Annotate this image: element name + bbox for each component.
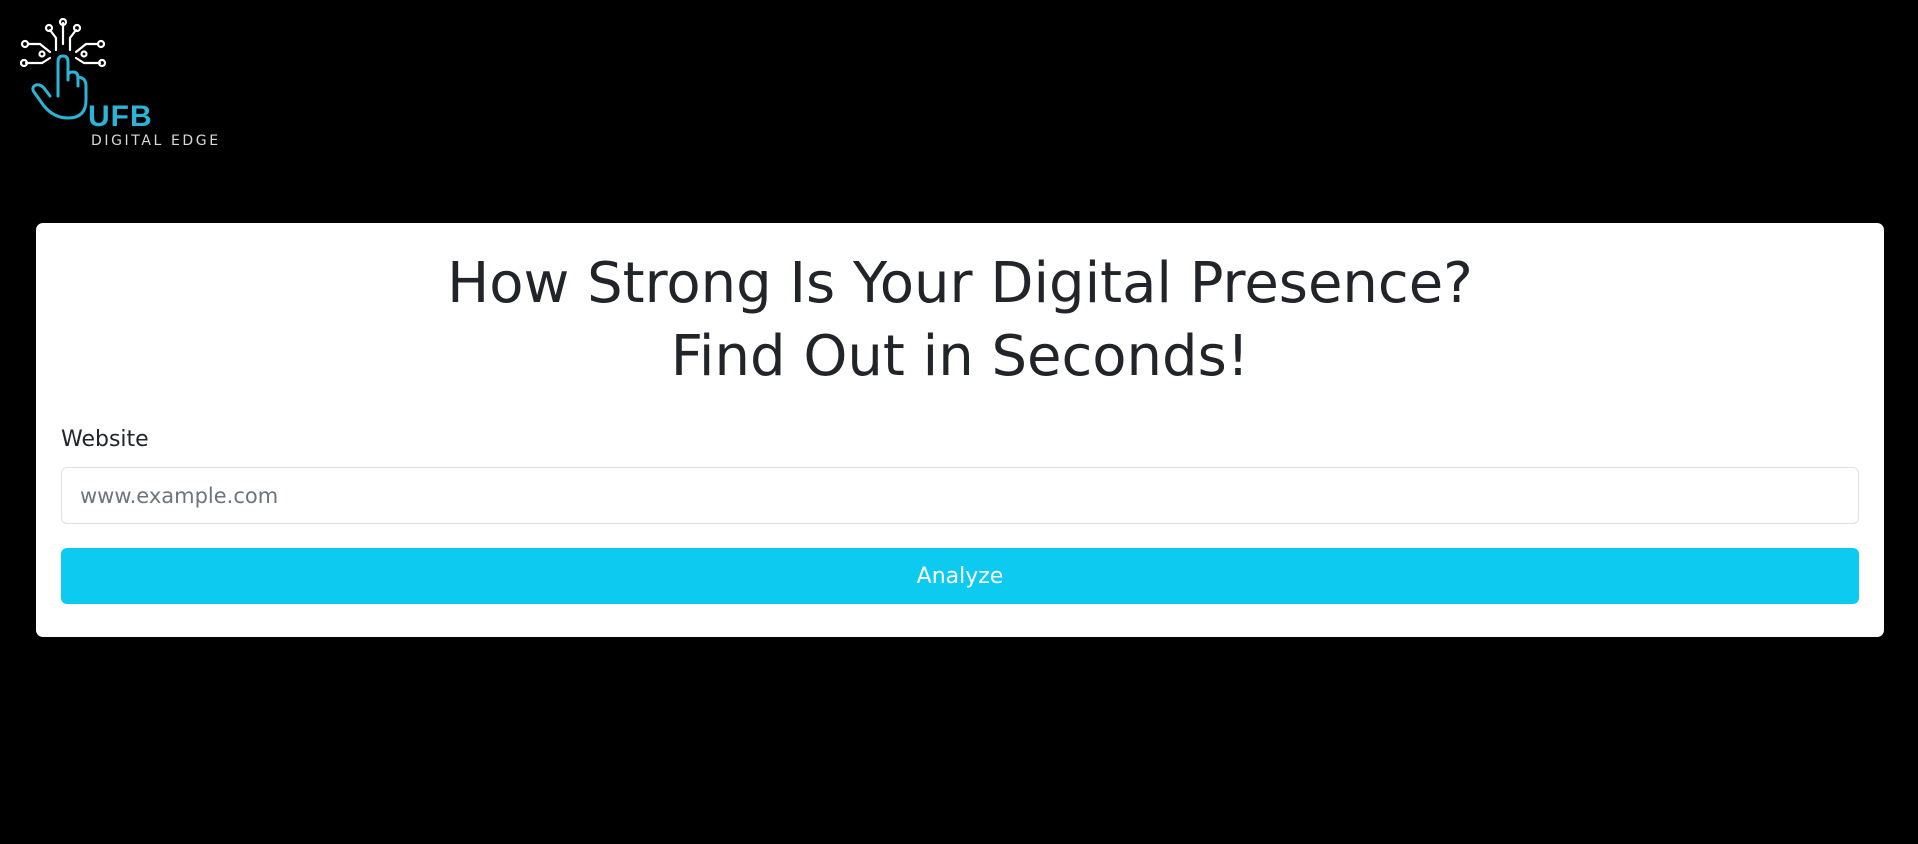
page-title: How Strong Is Your Digital Presence? Fin… (61, 247, 1859, 393)
brand-logo[interactable]: UFB DIGITAL EDGE (20, 18, 230, 158)
analyze-button[interactable]: Analyze (61, 548, 1859, 604)
website-label: Website (61, 427, 149, 452)
brand-tagline: DIGITAL EDGE (91, 133, 221, 149)
website-input[interactable] (61, 467, 1859, 524)
brand-wordmark: UFB DIGITAL EDGE (88, 100, 221, 149)
headline-line-2: Find Out in Seconds! (670, 324, 1250, 389)
analyze-card: How Strong Is Your Digital Presence? Fin… (36, 223, 1884, 637)
headline-line-1: How Strong Is Your Digital Presence? (447, 251, 1473, 316)
brand-name: UFB (88, 100, 153, 133)
